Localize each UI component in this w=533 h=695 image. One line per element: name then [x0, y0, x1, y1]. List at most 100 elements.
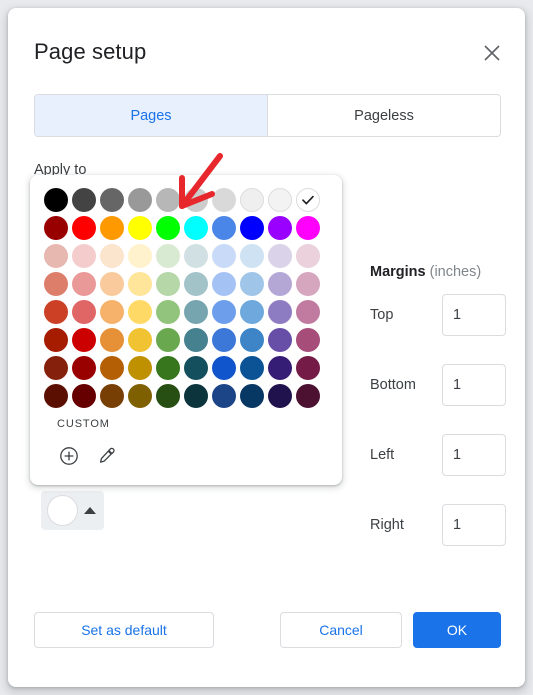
- color-swatch-4-4[interactable]: [154, 298, 182, 326]
- margin-row-bottom: Bottom: [370, 364, 510, 406]
- color-swatch-2-1[interactable]: [70, 242, 98, 270]
- color-swatch-6-4[interactable]: [154, 354, 182, 382]
- color-swatch-2-8[interactable]: [266, 242, 294, 270]
- color-swatch-3-0[interactable]: [42, 270, 70, 298]
- color-swatch-6-0[interactable]: [42, 354, 70, 382]
- color-swatch-1-6[interactable]: [210, 214, 238, 242]
- color-swatch-6-3[interactable]: [126, 354, 154, 382]
- color-swatch-4-0[interactable]: [42, 298, 70, 326]
- margin-input-bottom[interactable]: [442, 364, 506, 406]
- plus-circle-icon[interactable]: [56, 443, 82, 469]
- color-swatch-3-4[interactable]: [154, 270, 182, 298]
- color-swatch-4-7[interactable]: [238, 298, 266, 326]
- color-swatch-4-5[interactable]: [182, 298, 210, 326]
- color-swatch-7-8[interactable]: [266, 382, 294, 410]
- color-swatch-7-0[interactable]: [42, 382, 70, 410]
- color-swatch-0-6[interactable]: [210, 186, 238, 214]
- color-swatch-6-8[interactable]: [266, 354, 294, 382]
- color-swatch-2-4[interactable]: [154, 242, 182, 270]
- color-swatch-0-5[interactable]: [182, 186, 210, 214]
- color-swatch-4-3[interactable]: [126, 298, 154, 326]
- color-swatch-3-7[interactable]: [238, 270, 266, 298]
- color-swatch-7-7[interactable]: [238, 382, 266, 410]
- set-as-default-button[interactable]: Set as default: [34, 612, 214, 648]
- color-swatch-2-3[interactable]: [126, 242, 154, 270]
- margin-label-left: Left: [370, 447, 395, 463]
- color-swatch-7-1[interactable]: [70, 382, 98, 410]
- color-swatch-1-1[interactable]: [70, 214, 98, 242]
- color-swatch-3-2[interactable]: [98, 270, 126, 298]
- color-swatch-2-9[interactable]: [294, 242, 322, 270]
- color-swatch-0-9[interactable]: [294, 186, 322, 214]
- close-icon[interactable]: [479, 40, 505, 66]
- color-swatch-1-0[interactable]: [42, 214, 70, 242]
- color-swatch-6-2[interactable]: [98, 354, 126, 382]
- color-swatch-1-3[interactable]: [126, 214, 154, 242]
- color-swatch-fill: [156, 272, 180, 296]
- margin-input-right[interactable]: [442, 504, 506, 546]
- color-swatch-4-8[interactable]: [266, 298, 294, 326]
- color-swatch-6-9[interactable]: [294, 354, 322, 382]
- color-swatch-fill: [128, 272, 152, 296]
- margin-input-top[interactable]: [442, 294, 506, 336]
- cancel-button[interactable]: Cancel: [280, 612, 402, 648]
- color-swatch-4-1[interactable]: [70, 298, 98, 326]
- color-swatch-1-2[interactable]: [98, 214, 126, 242]
- color-swatch-2-2[interactable]: [98, 242, 126, 270]
- color-swatch-5-8[interactable]: [266, 326, 294, 354]
- tab-pages[interactable]: Pages: [35, 95, 268, 136]
- color-swatch-6-6[interactable]: [210, 354, 238, 382]
- color-swatch-2-6[interactable]: [210, 242, 238, 270]
- tab-pageless[interactable]: Pageless: [268, 95, 500, 136]
- color-swatch-3-8[interactable]: [266, 270, 294, 298]
- color-swatch-5-6[interactable]: [210, 326, 238, 354]
- color-swatch-7-6[interactable]: [210, 382, 238, 410]
- page-color-button[interactable]: [41, 491, 104, 530]
- color-swatch-1-9[interactable]: [294, 214, 322, 242]
- color-swatch-5-9[interactable]: [294, 326, 322, 354]
- color-swatch-7-5[interactable]: [182, 382, 210, 410]
- margin-input-left[interactable]: [442, 434, 506, 476]
- color-swatch-5-3[interactable]: [126, 326, 154, 354]
- color-swatch-2-7[interactable]: [238, 242, 266, 270]
- color-swatch-7-2[interactable]: [98, 382, 126, 410]
- color-swatch-1-5[interactable]: [182, 214, 210, 242]
- color-swatch-0-4[interactable]: [154, 186, 182, 214]
- color-swatch-4-2[interactable]: [98, 298, 126, 326]
- color-swatch-0-1[interactable]: [70, 186, 98, 214]
- color-swatch-3-5[interactable]: [182, 270, 210, 298]
- color-swatch-6-7[interactable]: [238, 354, 266, 382]
- color-swatch-3-6[interactable]: [210, 270, 238, 298]
- color-swatch-1-4[interactable]: [154, 214, 182, 242]
- color-swatch-1-7[interactable]: [238, 214, 266, 242]
- color-swatch-3-3[interactable]: [126, 270, 154, 298]
- color-swatch-0-8[interactable]: [266, 186, 294, 214]
- color-swatch-7-4[interactable]: [154, 382, 182, 410]
- color-swatch-5-2[interactable]: [98, 326, 126, 354]
- color-swatch-0-3[interactable]: [126, 186, 154, 214]
- color-swatch-0-0[interactable]: [42, 186, 70, 214]
- color-swatch-5-4[interactable]: [154, 326, 182, 354]
- color-swatch-3-1[interactable]: [70, 270, 98, 298]
- color-swatch-6-5[interactable]: [182, 354, 210, 382]
- ok-button[interactable]: OK: [413, 612, 501, 648]
- custom-section-label: CUSTOM: [57, 418, 110, 430]
- color-swatch-5-5[interactable]: [182, 326, 210, 354]
- color-swatch-4-9[interactable]: [294, 298, 322, 326]
- color-swatch-5-7[interactable]: [238, 326, 266, 354]
- color-swatch-1-8[interactable]: [266, 214, 294, 242]
- color-swatch-4-6[interactable]: [210, 298, 238, 326]
- color-swatch-2-0[interactable]: [42, 242, 70, 270]
- color-swatch-0-7[interactable]: [238, 186, 266, 214]
- color-swatch-7-3[interactable]: [126, 382, 154, 410]
- color-swatch-7-9[interactable]: [294, 382, 322, 410]
- color-swatch-5-1[interactable]: [70, 326, 98, 354]
- color-swatch-6-1[interactable]: [70, 354, 98, 382]
- color-swatch-fill: [268, 328, 292, 352]
- color-swatch-3-9[interactable]: [294, 270, 322, 298]
- color-swatch-5-0[interactable]: [42, 326, 70, 354]
- tab-pages-label: Pages: [130, 107, 172, 124]
- color-swatch-2-5[interactable]: [182, 242, 210, 270]
- eyedropper-icon[interactable]: [94, 443, 120, 469]
- color-swatch-0-2[interactable]: [98, 186, 126, 214]
